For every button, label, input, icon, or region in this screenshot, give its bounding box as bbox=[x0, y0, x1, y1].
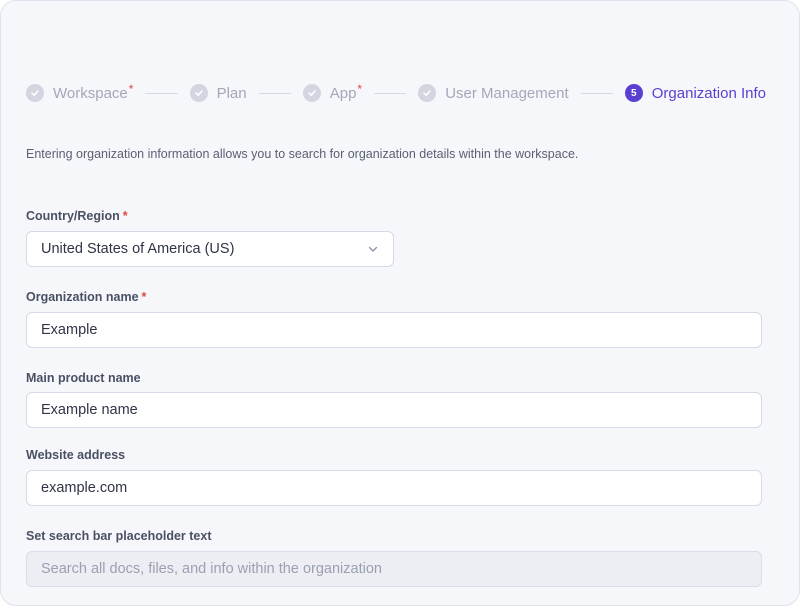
country-select-value: United States of America (US) bbox=[41, 241, 235, 257]
org-name-label-text: Organization name bbox=[26, 290, 139, 304]
step-label: Organization Info bbox=[651, 84, 766, 102]
step-plan[interactable]: Plan bbox=[189, 84, 247, 102]
step-organization-info[interactable]: 5 Organization Info bbox=[624, 84, 766, 102]
chevron-down-icon bbox=[367, 243, 379, 255]
country-label: Country/Region * bbox=[26, 209, 128, 223]
product-name-label: Main product name bbox=[26, 371, 141, 385]
required-marker: * bbox=[122, 209, 128, 223]
page-description: Entering organization information allows… bbox=[26, 147, 579, 161]
step-connector bbox=[580, 92, 613, 94]
check-icon bbox=[26, 84, 44, 102]
check-icon bbox=[418, 84, 437, 102]
check-icon bbox=[189, 84, 208, 102]
search-placeholder-label: Set search bar placeholder text bbox=[26, 529, 212, 543]
required-marker: * bbox=[128, 82, 134, 96]
required-marker: * bbox=[357, 82, 363, 96]
onboarding-card: Workspace * Plan App * User Management 5… bbox=[0, 0, 800, 606]
org-name-input[interactable]: Example bbox=[26, 312, 762, 348]
website-label: Website address bbox=[26, 448, 126, 462]
step-workspace[interactable]: Workspace * bbox=[26, 82, 134, 102]
step-label: Workspace bbox=[53, 84, 128, 102]
step-user-management[interactable]: User Management bbox=[418, 84, 569, 102]
search-placeholder-input[interactable]: Search all docs, files, and info within … bbox=[26, 551, 762, 587]
step-connector bbox=[374, 92, 407, 94]
org-name-label: Organization name * bbox=[26, 290, 146, 304]
step-number-badge: 5 bbox=[624, 84, 643, 102]
step-connector bbox=[145, 92, 178, 94]
website-input[interactable]: example.com bbox=[26, 470, 762, 506]
step-label: User Management bbox=[445, 84, 569, 102]
required-marker: * bbox=[141, 290, 147, 304]
step-label: Plan bbox=[216, 84, 247, 102]
step-label: App bbox=[329, 84, 357, 102]
stepper: Workspace * Plan App * User Management 5… bbox=[26, 81, 766, 105]
product-name-input[interactable]: Example name bbox=[26, 392, 762, 428]
check-icon bbox=[302, 84, 321, 102]
step-app[interactable]: App * bbox=[302, 82, 363, 102]
country-label-text: Country/Region bbox=[26, 209, 120, 223]
step-connector bbox=[258, 92, 291, 94]
country-select[interactable]: United States of America (US) bbox=[26, 231, 394, 267]
